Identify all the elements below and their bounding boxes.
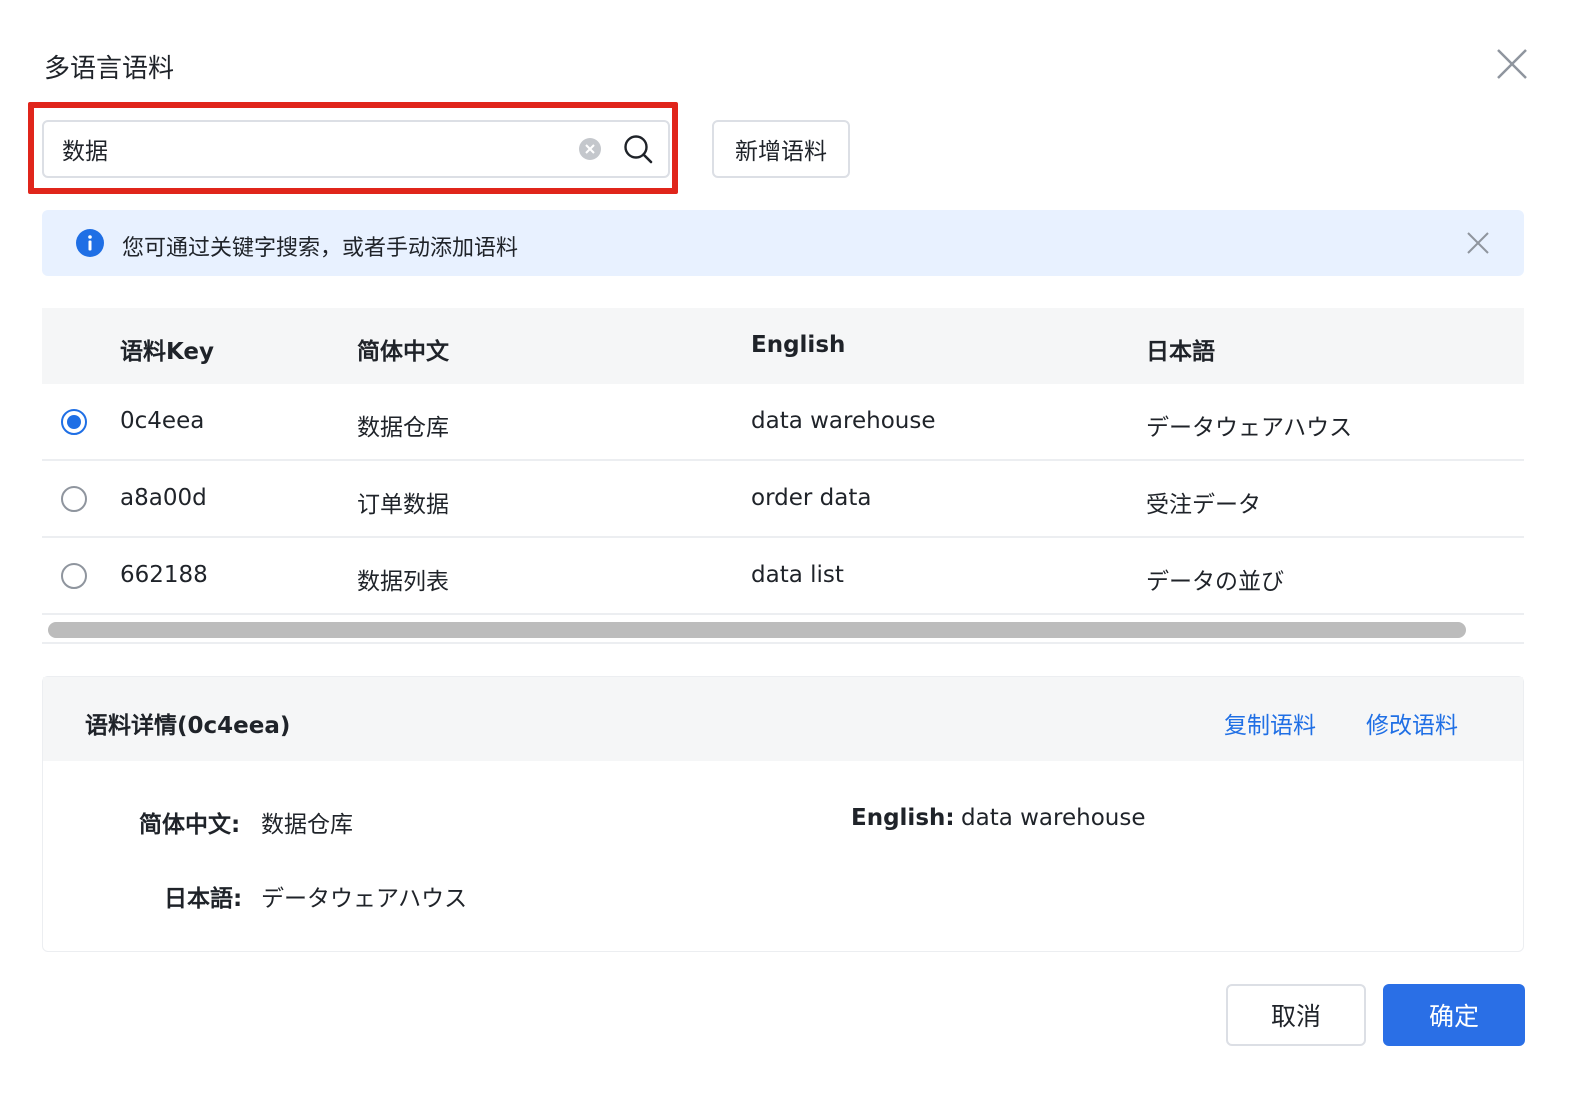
- add-corpus-button[interactable]: 新增语料: [712, 120, 850, 178]
- table-header: 语料Key 简体中文 English 日本語: [42, 308, 1524, 384]
- search-input[interactable]: [62, 122, 562, 176]
- detail-title: 语料详情(0c4eea): [85, 713, 291, 739]
- dialog-title: 多语言语料: [44, 54, 175, 84]
- cell-en: order data: [751, 485, 872, 511]
- column-header-key: 语料Key: [120, 339, 215, 365]
- cell-ja: データウェアハウス: [1146, 415, 1353, 441]
- info-icon: [76, 229, 104, 257]
- column-header-zh: 简体中文: [357, 339, 449, 365]
- cell-ja: データの並び: [1146, 569, 1284, 595]
- detail-header: 语料详情(0c4eea) 复制语料 修改语料: [43, 677, 1523, 761]
- corpus-table: 语料Key 简体中文 English 日本語 0c4eea 数据仓库 data …: [42, 308, 1524, 644]
- cell-key: 0c4eea: [120, 408, 205, 434]
- search-icon[interactable]: [622, 133, 654, 165]
- scrollbar-thumb[interactable]: [48, 622, 1466, 638]
- search-box: [42, 120, 670, 178]
- cell-en: data list: [751, 562, 844, 588]
- cell-key: 662188: [120, 562, 208, 588]
- detail-ja-value: データウェアハウス: [261, 886, 468, 912]
- detail-en-value: data warehouse: [961, 805, 1146, 831]
- info-alert: 您可通过关键字搜索，或者手动添加语料: [42, 210, 1524, 276]
- row-radio[interactable]: [61, 486, 87, 512]
- cancel-button[interactable]: 取消: [1226, 984, 1366, 1046]
- corpus-dialog: 多语言语料 新增语料 您可通过关键字搜索，或者手动添加语料: [0, 0, 1590, 1104]
- detail-en-label: English:: [851, 805, 955, 831]
- cell-zh: 数据列表: [357, 569, 449, 595]
- horizontal-scrollbar[interactable]: [42, 616, 1524, 644]
- cell-en: data warehouse: [751, 408, 936, 434]
- copy-corpus-link[interactable]: 复制语料: [1224, 706, 1316, 740]
- detail-ja-label: 日本語:: [164, 886, 243, 912]
- cell-ja: 受注データ: [1146, 492, 1261, 518]
- clear-circle-icon[interactable]: [578, 137, 602, 161]
- cell-zh: 订单数据: [357, 492, 449, 518]
- column-header-ja: 日本語: [1146, 339, 1215, 365]
- alert-text: 您可通过关键字搜索，或者手动添加语料: [122, 236, 519, 261]
- table-row[interactable]: a8a00d 订单数据 order data 受注データ: [42, 461, 1524, 538]
- row-radio[interactable]: [61, 409, 87, 435]
- cell-key: a8a00d: [120, 485, 207, 511]
- alert-close-icon[interactable]: [1466, 231, 1490, 255]
- confirm-button[interactable]: 确定: [1383, 984, 1525, 1046]
- corpus-detail-panel: 语料详情(0c4eea) 复制语料 修改语料 简体中文: 数据仓库 Englis…: [42, 676, 1524, 952]
- column-header-en: English: [751, 332, 846, 358]
- close-icon[interactable]: [1494, 46, 1530, 82]
- detail-zh-value: 数据仓库: [261, 812, 353, 838]
- row-radio[interactable]: [61, 563, 87, 589]
- cell-zh: 数据仓库: [357, 415, 449, 441]
- table-row[interactable]: 662188 数据列表 data list データの並び: [42, 538, 1524, 615]
- detail-zh-label: 简体中文:: [139, 812, 241, 838]
- edit-corpus-link[interactable]: 修改语料: [1366, 706, 1458, 740]
- table-row[interactable]: 0c4eea 数据仓库 data warehouse データウェアハウス: [42, 384, 1524, 461]
